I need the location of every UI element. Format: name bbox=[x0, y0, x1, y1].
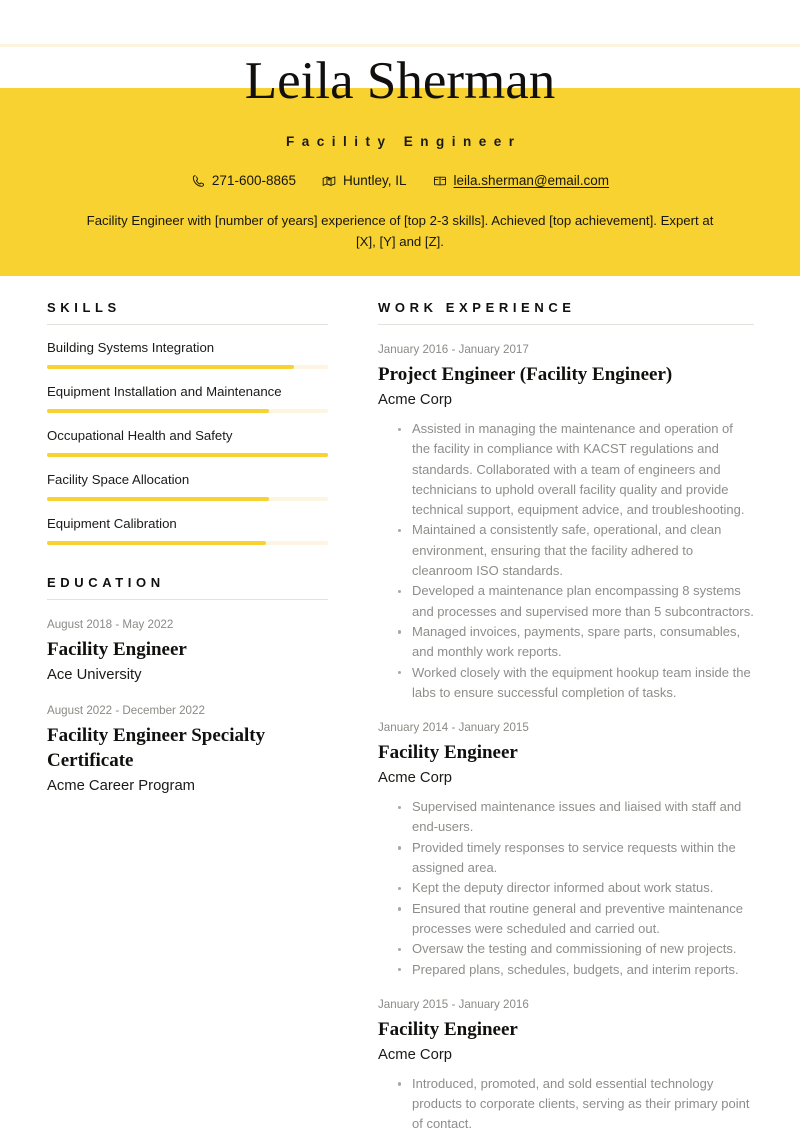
education-dates: August 2018 - May 2022 bbox=[47, 618, 174, 631]
skill-label: Facility Space Allocation bbox=[47, 472, 190, 487]
skill-label: Occupational Health and Safety bbox=[47, 428, 233, 443]
work-company: Acme Corp bbox=[378, 392, 453, 408]
skill-label: Building Systems Integration bbox=[47, 340, 215, 355]
skill-fill bbox=[47, 409, 269, 413]
skill-item: Equipment Installation and Maintenance bbox=[47, 369, 328, 413]
education-entry: August 2018 - May 2022 Facility Engineer… bbox=[47, 600, 328, 686]
work-experience-section: Work Experience January 2016 - January 2… bbox=[378, 300, 754, 1128]
skill-track bbox=[47, 541, 328, 545]
bullet-item: Kept the deputy director informed about … bbox=[398, 878, 754, 898]
work-bullets: Assisted in managing the maintenance and… bbox=[378, 411, 754, 703]
work-bullets: Introduced, promoted, and sold essential… bbox=[378, 1066, 754, 1128]
contact-row: 271-600-8865 Huntley, IL leila.sherman@e… bbox=[0, 173, 800, 188]
skill-fill bbox=[47, 365, 295, 369]
education-title: Facility Engineer bbox=[47, 639, 187, 660]
skill-track bbox=[47, 365, 328, 369]
resume-body: Skills Building Systems Integration Equi… bbox=[0, 300, 800, 1128]
professional-summary: Facility Engineer with [number of years]… bbox=[86, 213, 714, 249]
work-title: Facility Engineer bbox=[378, 1018, 518, 1040]
bullet-item: Provided timely responses to service req… bbox=[398, 838, 754, 879]
bullet-item: Maintained a consistently safe, operatio… bbox=[398, 520, 754, 581]
skill-fill bbox=[47, 541, 267, 545]
education-section: Education August 2018 - May 2022 Facilit… bbox=[47, 575, 328, 797]
bullet-item: Introduced, promoted, and sold essential… bbox=[398, 1074, 754, 1128]
education-entry: August 2022 - December 2022 Facility Eng… bbox=[47, 686, 328, 797]
skill-label: Equipment Installation and Maintenance bbox=[47, 384, 282, 399]
work-dates: January 2016 - January 2017 bbox=[378, 343, 529, 356]
work-entry: January 2015 - January 2016 Facility Eng… bbox=[378, 980, 754, 1128]
right-column: Work Experience January 2016 - January 2… bbox=[340, 300, 800, 1128]
education-institution: Acme Career Program bbox=[47, 778, 196, 794]
bullet-item: Developed a maintenance plan encompassin… bbox=[398, 581, 754, 622]
contact-location: Huntley, IL bbox=[322, 173, 407, 188]
skill-item: Occupational Health and Safety bbox=[47, 413, 328, 457]
bullet-item: Prepared plans, schedules, budgets, and … bbox=[398, 960, 754, 980]
bullet-item: Oversaw the testing and commissioning of… bbox=[398, 939, 754, 959]
skill-item: Equipment Calibration bbox=[47, 501, 328, 545]
skill-item: Building Systems Integration bbox=[47, 325, 328, 369]
bullet-item: Managed invoices, payments, spare parts,… bbox=[398, 622, 754, 663]
resume-page: Leila Sherman Facility Engineer 271-600-… bbox=[0, 0, 800, 1128]
candidate-name: Leila Sherman bbox=[244, 52, 556, 110]
left-column: Skills Building Systems Integration Equi… bbox=[0, 300, 340, 797]
work-entry: January 2014 - January 2015 Facility Eng… bbox=[378, 703, 754, 980]
work-bullets: Supervised maintenance issues and liaise… bbox=[378, 789, 754, 980]
skills-section-title: Skills bbox=[47, 300, 328, 325]
contact-phone[interactable]: 271-600-8865 bbox=[191, 173, 296, 188]
work-entry: January 2016 - January 2017 Project Engi… bbox=[378, 325, 754, 703]
map-icon bbox=[322, 174, 336, 188]
work-experience-section-title: Work Experience bbox=[378, 300, 754, 325]
skill-track bbox=[47, 409, 328, 413]
contact-email-text: leila.sherman@email.com bbox=[453, 173, 610, 188]
work-company: Acme Corp bbox=[378, 770, 453, 787]
contact-location-text: Huntley, IL bbox=[343, 173, 407, 188]
contact-phone-text: 271-600-8865 bbox=[211, 173, 296, 188]
skills-list: Building Systems Integration Equipment I… bbox=[47, 325, 328, 545]
skill-track bbox=[47, 497, 328, 501]
skill-fill bbox=[47, 497, 269, 501]
education-dates: August 2022 - December 2022 bbox=[47, 704, 205, 717]
skill-item: Facility Space Allocation bbox=[47, 457, 328, 501]
candidate-job-title: Facility Engineer bbox=[285, 134, 522, 149]
work-company: Acme Corp bbox=[378, 1046, 453, 1063]
education-institution: Ace University bbox=[47, 667, 142, 683]
bullet-item: Supervised maintenance issues and liaise… bbox=[398, 797, 754, 838]
bullet-item: Worked closely with the equipment hookup… bbox=[398, 663, 754, 704]
work-title: Facility Engineer bbox=[378, 742, 518, 764]
skill-fill bbox=[47, 453, 328, 457]
phone-icon bbox=[191, 174, 205, 188]
work-title: Project Engineer (Facility Engineer) bbox=[378, 364, 673, 385]
skill-track bbox=[47, 453, 328, 457]
bullet-item: Ensured that routine general and prevent… bbox=[398, 899, 754, 940]
work-dates: January 2015 - January 2016 bbox=[378, 997, 529, 1011]
education-section-title: Education bbox=[47, 575, 328, 600]
education-title: Facility Engineer Specialty Certificate bbox=[47, 725, 266, 771]
skills-section: Skills Building Systems Integration Equi… bbox=[47, 300, 328, 545]
resume-header: Leila Sherman Facility Engineer 271-600-… bbox=[0, 44, 800, 252]
skill-label: Equipment Calibration bbox=[47, 516, 177, 531]
bullet-item: Assisted in managing the maintenance and… bbox=[398, 419, 754, 520]
contact-email[interactable]: leila.sherman@email.com bbox=[433, 173, 610, 188]
work-dates: January 2014 - January 2015 bbox=[378, 721, 529, 735]
email-icon bbox=[433, 174, 447, 188]
